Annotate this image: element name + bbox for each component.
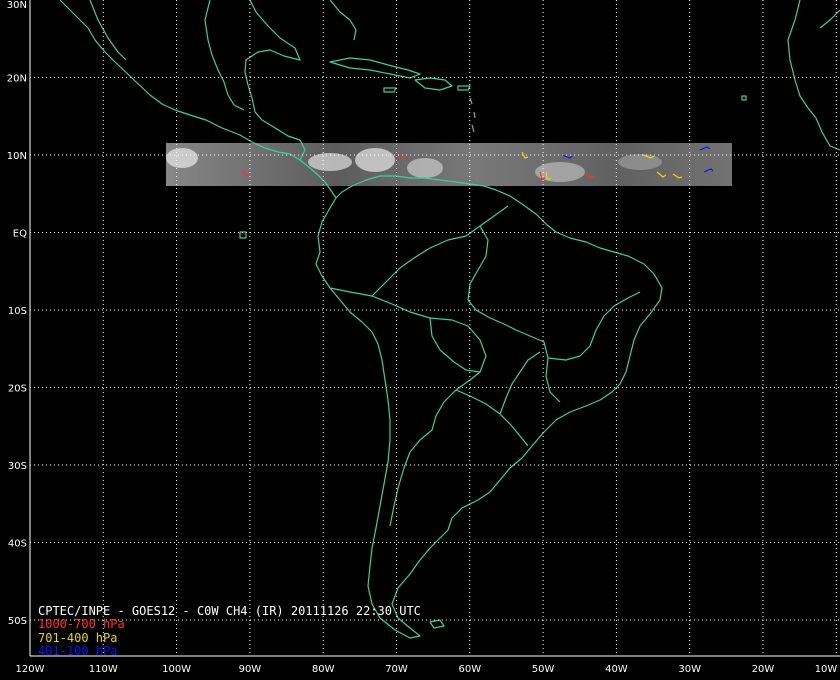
latitude-label: 40S <box>8 539 27 550</box>
longitude-label: 90W <box>239 664 262 675</box>
longitude-label: 110W <box>89 664 118 675</box>
map-caption: CPTEC/INPE - GOES12 - C0W CH4 (IR) 20111… <box>38 604 421 618</box>
satellite-ir-strip <box>166 143 732 186</box>
legend-low-level: 1000-700 hPa <box>38 617 125 631</box>
legend-high-level: 401-100 hPa <box>38 644 118 658</box>
latitude-label: 50S <box>8 616 27 627</box>
map-canvas: 30N 20N 10N EQ 10S 20S 30S 40S 50S 120W 110W 100W 9… <box>0 0 840 680</box>
longitude-label: 70W <box>385 664 408 675</box>
longitude-label: 50W <box>532 664 555 675</box>
latitude-label: EQ <box>13 229 27 240</box>
latitude-label: 20N <box>7 74 27 85</box>
legend-mid-level: 701-400 hPa <box>38 631 118 645</box>
latitude-label: 20S <box>8 384 27 395</box>
latitude-label: 10S <box>8 306 27 317</box>
longitude-label: 100W <box>162 664 191 675</box>
longitude-label: 40W <box>605 664 628 675</box>
longitude-label: 30W <box>678 664 701 675</box>
latitude-label: 30S <box>8 461 27 472</box>
longitude-label: 80W <box>312 664 335 675</box>
longitude-label: 10W <box>815 664 838 675</box>
longitude-label: 120W <box>16 664 45 675</box>
latitude-label: 10N <box>7 151 27 162</box>
longitude-label: 60W <box>458 664 481 675</box>
latitude-label: 30N <box>7 0 27 11</box>
longitude-label: 20W <box>752 664 775 675</box>
